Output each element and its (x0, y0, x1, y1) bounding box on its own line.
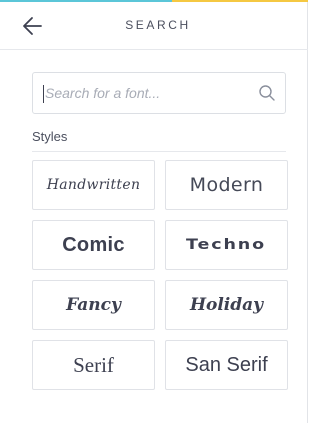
panel-title: SEARCH (125, 18, 191, 32)
style-label: Modern (189, 174, 264, 196)
style-label: Holiday (189, 295, 264, 315)
style-label: Handwritten (46, 177, 141, 193)
style-tile-techno[interactable]: Techno (165, 220, 288, 270)
styles-divider (32, 151, 286, 152)
style-label: San Serif (185, 353, 268, 376)
panel-header: SEARCH (0, 2, 308, 50)
style-tile-san-serif[interactable]: San Serif (165, 340, 288, 390)
style-label: Serif (73, 352, 114, 377)
style-label: Techno (186, 237, 267, 253)
font-search-panel: SEARCH Styles Handwritten Modern Comic T… (0, 0, 308, 423)
styles-heading: Styles (32, 129, 68, 144)
style-label: Comic (62, 233, 125, 256)
style-tile-comic[interactable]: Comic (32, 220, 155, 270)
style-tile-serif[interactable]: Serif (32, 340, 155, 390)
text-cursor (43, 85, 44, 103)
style-label: Fancy (66, 295, 121, 315)
style-tile-fancy[interactable]: Fancy (32, 280, 155, 330)
search-box[interactable] (32, 72, 286, 114)
search-input[interactable] (43, 73, 255, 113)
style-tile-handwritten[interactable]: Handwritten (32, 160, 155, 210)
style-tile-modern[interactable]: Modern (165, 160, 288, 210)
search-icon[interactable] (258, 84, 276, 102)
style-tile-holiday[interactable]: Holiday (165, 280, 288, 330)
